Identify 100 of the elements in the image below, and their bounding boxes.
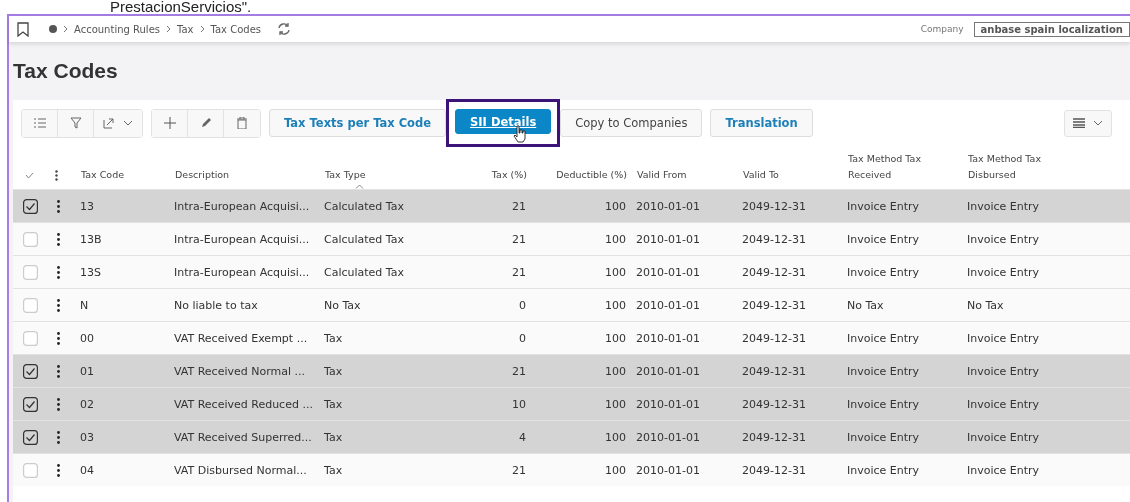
table-cell: 02 [80, 397, 94, 411]
table-cell: 2049-12-31 [742, 232, 806, 246]
table-row[interactable]: 00 VAT Received Exempt ... Tax 0 100 2010-01-01 2049-12-31 Invoice Entry Invoice Entry [13, 321, 1130, 354]
lines-icon [1073, 118, 1085, 128]
table-cell: No Tax [847, 298, 884, 312]
table-cell: Invoice Entry [847, 364, 920, 378]
bookmark-icon[interactable] [17, 21, 29, 37]
view-dropdown[interactable] [1064, 109, 1112, 137]
action-button[interactable]: Tax Texts per Tax Code [269, 109, 447, 137]
table-cell: No Tax [967, 298, 1004, 312]
table-cell: 21 [512, 199, 526, 213]
hand-cursor-icon [513, 125, 528, 143]
table-cell: 2010-01-01 [636, 199, 700, 213]
table-cell: 0 [519, 298, 526, 312]
table-cell: 00 [80, 331, 94, 345]
column-header[interactable]: Tax Method Tax Received [848, 151, 960, 183]
table-cell: Invoice Entry [847, 331, 920, 345]
table-cell: 2010-01-01 [636, 298, 700, 312]
table-cell: 21 [512, 463, 526, 477]
table-cell: 13 [80, 199, 94, 213]
table-row[interactable]: 13 Intra-European Acquisi... Calculated Tax 21 100 2010-01-01 2049-12-31 Invoice Entry Invoice Entry [13, 189, 1130, 222]
table-cell: Calculated Tax [324, 199, 404, 213]
table-cell: 100 [605, 397, 626, 411]
table-row[interactable]: 13B Intra-European Acquisi... Calculated Tax 21 100 2010-01-01 2049-12-31 Invoice Entry Invoice Entry [13, 222, 1130, 255]
action-button[interactable]: Copy to Companies [560, 109, 703, 137]
table-cell: No liable to tax [174, 298, 258, 312]
table-cell: Calculated Tax [324, 232, 404, 246]
more-icon[interactable] [52, 170, 61, 181]
table-row[interactable]: 13S Intra-European Acquisi... Calculated Tax 21 100 2010-01-01 2049-12-31 Invoice Entry Invoice Entry [13, 255, 1130, 288]
table-cell: 100 [605, 463, 626, 477]
column-header[interactable]: Tax Type [325, 167, 437, 183]
table-row[interactable]: 02 VAT Received Reduced ... Tax 10 100 2010-01-01 2049-12-31 Invoice Entry Invoice Entry [13, 387, 1130, 420]
checkbox[interactable] [23, 429, 38, 445]
column-header[interactable]: Valid From [637, 167, 735, 183]
home-dot-icon[interactable] [49, 25, 57, 33]
more-icon[interactable] [57, 331, 60, 345]
more-icon[interactable] [57, 199, 60, 213]
table-cell: 01 [80, 364, 94, 378]
breadcrumb-link[interactable]: Accounting Rules [74, 23, 160, 35]
refresh-icon[interactable] [277, 22, 291, 36]
table-cell: Intra-European Acquisi... [174, 265, 310, 279]
table-cell: Invoice Entry [847, 463, 920, 477]
more-icon[interactable] [57, 430, 60, 444]
table-cell: 2049-12-31 [742, 265, 806, 279]
check-icon[interactable] [25, 172, 34, 179]
chevron-right-icon [63, 25, 68, 33]
table-cell: 2049-12-31 [742, 199, 806, 213]
more-icon[interactable] [57, 298, 60, 312]
action-button[interactable]: Translation [710, 109, 813, 137]
page-title: Tax Codes [13, 59, 118, 83]
table-cell: 21 [512, 232, 526, 246]
table-cell: 2010-01-01 [636, 397, 700, 411]
table-cell: VAT Disbursed Normal... [174, 463, 307, 477]
column-header[interactable]: Valid To [743, 167, 840, 183]
column-header[interactable]: Deductible (%) [537, 167, 627, 183]
checkbox[interactable] [23, 363, 38, 379]
table-row[interactable]: N No liable to tax No Tax 0 100 2010-01-01 2049-12-31 No Tax No Tax [13, 288, 1130, 321]
company-label: Company [920, 24, 964, 34]
column-header[interactable]: Tax Code [81, 167, 167, 183]
more-icon[interactable] [57, 265, 60, 279]
table-row[interactable]: 03 VAT Received Superred... Tax 4 100 2010-01-01 2049-12-31 Invoice Entry Invoice Entry [13, 420, 1130, 453]
table-cell: VAT Received Exempt ... [174, 331, 308, 345]
table-cell: Invoice Entry [967, 232, 1040, 246]
checkbox[interactable] [23, 198, 38, 214]
column-header[interactable]: Tax (%) [445, 167, 527, 183]
breadcrumb-link[interactable]: Tax Codes [210, 23, 261, 35]
table-cell: 100 [605, 364, 626, 378]
table-cell: 2049-12-31 [742, 298, 806, 312]
more-icon[interactable] [57, 463, 60, 477]
table-cell: Invoice Entry [847, 265, 920, 279]
caret-icon [123, 120, 133, 126]
table-cell: Invoice Entry [847, 430, 920, 444]
more-icon[interactable] [57, 232, 60, 246]
table-cell: Tax [324, 397, 343, 411]
table-cell: Invoice Entry [967, 331, 1040, 345]
more-icon[interactable] [57, 397, 60, 411]
table-cell: Invoice Entry [967, 463, 1040, 477]
more-icon[interactable] [57, 364, 60, 378]
table-cell: 13B [80, 232, 102, 246]
table-cell: 100 [605, 265, 626, 279]
table-cell: N [80, 298, 89, 312]
column-header[interactable]: Description [175, 167, 317, 183]
chevron-right-icon [199, 25, 205, 33]
action-button[interactable]: SII Details [455, 109, 552, 134]
table-cell: 2049-12-31 [742, 430, 806, 444]
company-field[interactable]: anbase spain localization [973, 21, 1130, 37]
table-row[interactable]: 01 VAT Received Normal ... Tax 21 100 2010-01-01 2049-12-31 Invoice Entry Invoice Entry [13, 354, 1130, 387]
column-header[interactable]: Tax Method Tax Disbursed [968, 151, 1070, 183]
table-cell: 04 [80, 463, 94, 477]
table-cell: Invoice Entry [847, 397, 920, 411]
table-cell: 2010-01-01 [636, 232, 700, 246]
checkbox[interactable] [23, 396, 38, 412]
table-cell: Invoice Entry [967, 265, 1040, 279]
breadcrumb-link[interactable]: Tax [177, 23, 194, 35]
table-cell: Invoice Entry [967, 397, 1040, 411]
table-cell: 4 [519, 430, 526, 444]
table-row[interactable]: 04 VAT Disbursed Normal... Tax 21 100 2010-01-01 2049-12-31 Invoice Entry Invoice Entry [13, 453, 1130, 486]
table-cell: Tax [324, 331, 343, 345]
table-cell: VAT Received Normal ... [174, 364, 306, 378]
table-cell: 21 [512, 364, 526, 378]
